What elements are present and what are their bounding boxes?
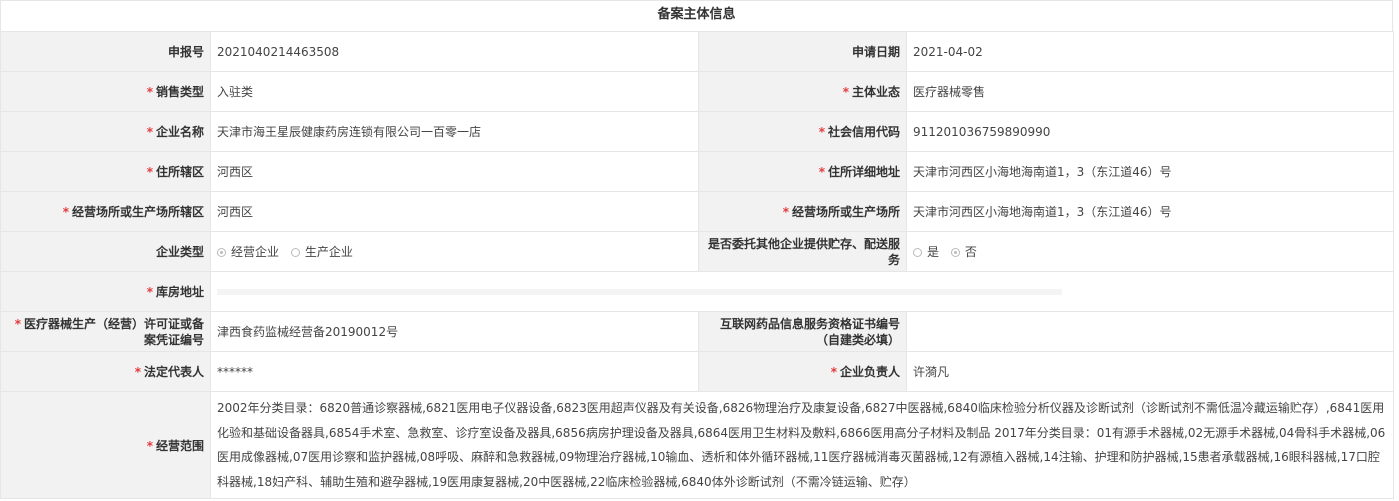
business-scope-label: 经营范围 bbox=[155, 438, 204, 453]
radio-icon[interactable] bbox=[290, 248, 300, 257]
record-info-panel: 备案主体信息 申报号 2021040214463508 申请日期 2021-04… bbox=[0, 0, 1394, 499]
required-mark: * bbox=[62, 205, 69, 219]
legal-rep-label: 法定代表人 bbox=[143, 365, 204, 379]
table-row: * 库房地址 bbox=[0, 271, 1394, 312]
table-row: 申报号 2021040214463508 申请日期 2021-04-02 bbox=[0, 31, 1394, 72]
internet-cert-label: 互联网药品信息服务资格证书编号（自建类必填） bbox=[698, 311, 907, 352]
option-label: 否 bbox=[964, 245, 977, 259]
option-label: 经营企业 bbox=[231, 245, 280, 259]
residence-address-value: 天津市河西区小海地海南道1，3（东江道46）号 bbox=[906, 151, 1394, 192]
premises-address-label-cell: * 经营场所或生产场所 bbox=[698, 191, 907, 232]
table-row: * 法定代表人 ****** * 企业负责人 许漪凡 bbox=[0, 351, 1394, 392]
company-head-value: 许漪凡 bbox=[906, 351, 1394, 392]
consign-service-radio-group: 是 否 bbox=[906, 231, 1394, 272]
required-mark: * bbox=[830, 365, 837, 379]
credit-code-label-cell: * 社会信用代码 bbox=[698, 111, 907, 152]
warehouse-address-label-cell: * 库房地址 bbox=[0, 271, 211, 312]
required-mark: * bbox=[134, 365, 141, 379]
required-mark: * bbox=[782, 205, 789, 219]
required-mark: * bbox=[818, 125, 825, 139]
table-row: * 销售类型 入驻类 * 主体业态 医疗器械零售 bbox=[0, 71, 1394, 112]
premises-address-label: 经营场所或生产场所 bbox=[791, 205, 900, 219]
premises-district-label: 经营场所或生产场所辖区 bbox=[71, 205, 204, 219]
apply-date-value: 2021-04-02 bbox=[906, 31, 1394, 72]
consign-service-label: 是否委托其他企业提供贮存、配送服务 bbox=[698, 231, 907, 272]
business-format-label: 主体业态 bbox=[851, 85, 900, 99]
table-row: 企业类型 经营企业 生产企业 是否委托其他企业提供贮存、配送服务 是 否 bbox=[0, 231, 1394, 272]
table-row: * 住所辖区 河西区 * 住所详细地址 天津市河西区小海地海南道1，3（东江道46）… bbox=[0, 151, 1394, 192]
radio-icon[interactable] bbox=[913, 248, 922, 257]
business-scope-label-cell: * 经营范围 bbox=[0, 391, 211, 499]
consign-option-no[interactable]: 否 bbox=[950, 245, 977, 259]
report-number-label: 申报号 bbox=[0, 31, 211, 72]
consign-option-yes[interactable]: 是 bbox=[913, 245, 939, 259]
warehouse-address-label: 库房地址 bbox=[155, 285, 204, 299]
required-mark: * bbox=[14, 316, 21, 331]
enterprise-type-label: 企业类型 bbox=[0, 231, 211, 272]
premises-district-value: 河西区 bbox=[210, 191, 699, 232]
info-table: 申报号 2021040214463508 申请日期 2021-04-02 * 销售… bbox=[0, 31, 1394, 499]
warehouse-address-value bbox=[210, 271, 1394, 312]
credit-code-value: 911201036759890990 bbox=[906, 111, 1394, 152]
company-name-value: 天津市海王星辰健康药房连锁有限公司一百零一店 bbox=[210, 111, 699, 152]
license-number-label-cell: * 医疗器械生产（经营）许可证或备案凭证编号 bbox=[0, 311, 211, 352]
residence-district-value: 河西区 bbox=[210, 151, 699, 192]
radio-selected-icon[interactable] bbox=[217, 248, 226, 257]
panel-title: 备案主体信息 bbox=[0, 0, 1393, 31]
sales-type-label-cell: * 销售类型 bbox=[0, 71, 211, 112]
residence-district-label: 住所辖区 bbox=[155, 165, 204, 179]
table-row: * 经营范围 2002年分类目录：6820普通诊察器械,6821医用电子仪器设备,… bbox=[0, 391, 1394, 499]
report-number-value: 2021040214463508 bbox=[210, 31, 699, 72]
company-head-label: 企业负责人 bbox=[839, 365, 900, 379]
business-format-label-cell: * 主体业态 bbox=[698, 71, 907, 112]
table-row: * 医疗器械生产（经营）许可证或备案凭证编号 津西食药监械经营备20190012号… bbox=[0, 311, 1394, 352]
sales-type-label: 销售类型 bbox=[155, 85, 204, 99]
premises-district-label-cell: * 经营场所或生产场所辖区 bbox=[0, 191, 211, 232]
table-row: * 企业名称 天津市海王星辰健康药房连锁有限公司一百零一店 * 社会信用代码 911… bbox=[0, 111, 1394, 152]
enterprise-type-radio-group: 经营企业 生产企业 bbox=[210, 231, 699, 272]
license-number-label: 医疗器械生产（经营）许可证或备案凭证编号 bbox=[23, 316, 204, 347]
radio-selected-icon[interactable] bbox=[950, 248, 960, 257]
internet-cert-value bbox=[906, 311, 1394, 352]
business-format-value: 医疗器械零售 bbox=[906, 71, 1394, 112]
credit-code-label: 社会信用代码 bbox=[827, 125, 900, 139]
apply-date-label: 申请日期 bbox=[698, 31, 907, 72]
enterprise-type-option-operating[interactable]: 经营企业 bbox=[217, 245, 279, 259]
company-name-label: 企业名称 bbox=[155, 125, 204, 139]
required-mark: * bbox=[842, 85, 849, 99]
business-scope-value: 2002年分类目录：6820普通诊察器械,6821医用电子仪器设备,6823医用… bbox=[210, 391, 1394, 499]
company-name-label-cell: * 企业名称 bbox=[0, 111, 211, 152]
residence-address-label-cell: * 住所详细地址 bbox=[698, 151, 907, 192]
legal-rep-label-cell: * 法定代表人 bbox=[0, 351, 211, 392]
premises-address-value: 天津市河西区小海地海南道1，3（东江道46）号 bbox=[906, 191, 1394, 232]
enterprise-type-option-production[interactable]: 生产企业 bbox=[290, 245, 353, 259]
license-number-value: 津西食药监械经营备20190012号 bbox=[210, 311, 699, 352]
warehouse-address-field bbox=[217, 289, 1062, 295]
option-label: 是 bbox=[927, 245, 940, 259]
table-row: * 经营场所或生产场所辖区 河西区 * 经营场所或生产场所 天津市河西区小海地海南道… bbox=[0, 191, 1394, 232]
sales-type-value: 入驻类 bbox=[210, 71, 699, 112]
required-mark: * bbox=[146, 438, 153, 453]
residence-address-label: 住所详细地址 bbox=[827, 165, 900, 179]
legal-rep-value: ****** bbox=[210, 351, 699, 392]
company-head-label-cell: * 企业负责人 bbox=[698, 351, 907, 392]
required-mark: * bbox=[146, 85, 153, 99]
option-label: 生产企业 bbox=[304, 245, 353, 259]
required-mark: * bbox=[146, 165, 153, 179]
required-mark: * bbox=[818, 165, 825, 179]
required-mark: * bbox=[146, 285, 153, 299]
required-mark: * bbox=[146, 125, 153, 139]
residence-district-label-cell: * 住所辖区 bbox=[0, 151, 211, 192]
